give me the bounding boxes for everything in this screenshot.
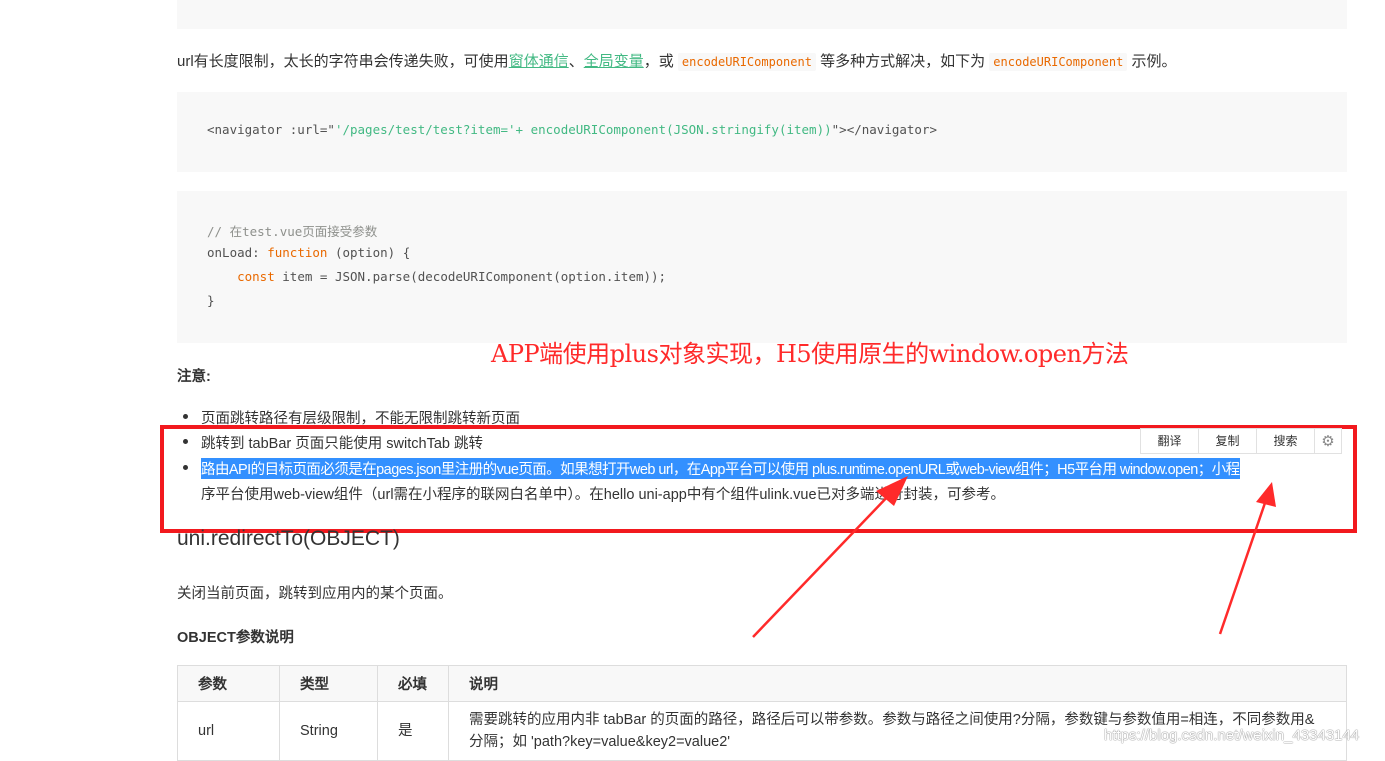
- annotation-arrows: [752, 476, 1276, 638]
- red-arrow-left: [752, 476, 908, 638]
- red-arrow-right: [1218, 482, 1276, 635]
